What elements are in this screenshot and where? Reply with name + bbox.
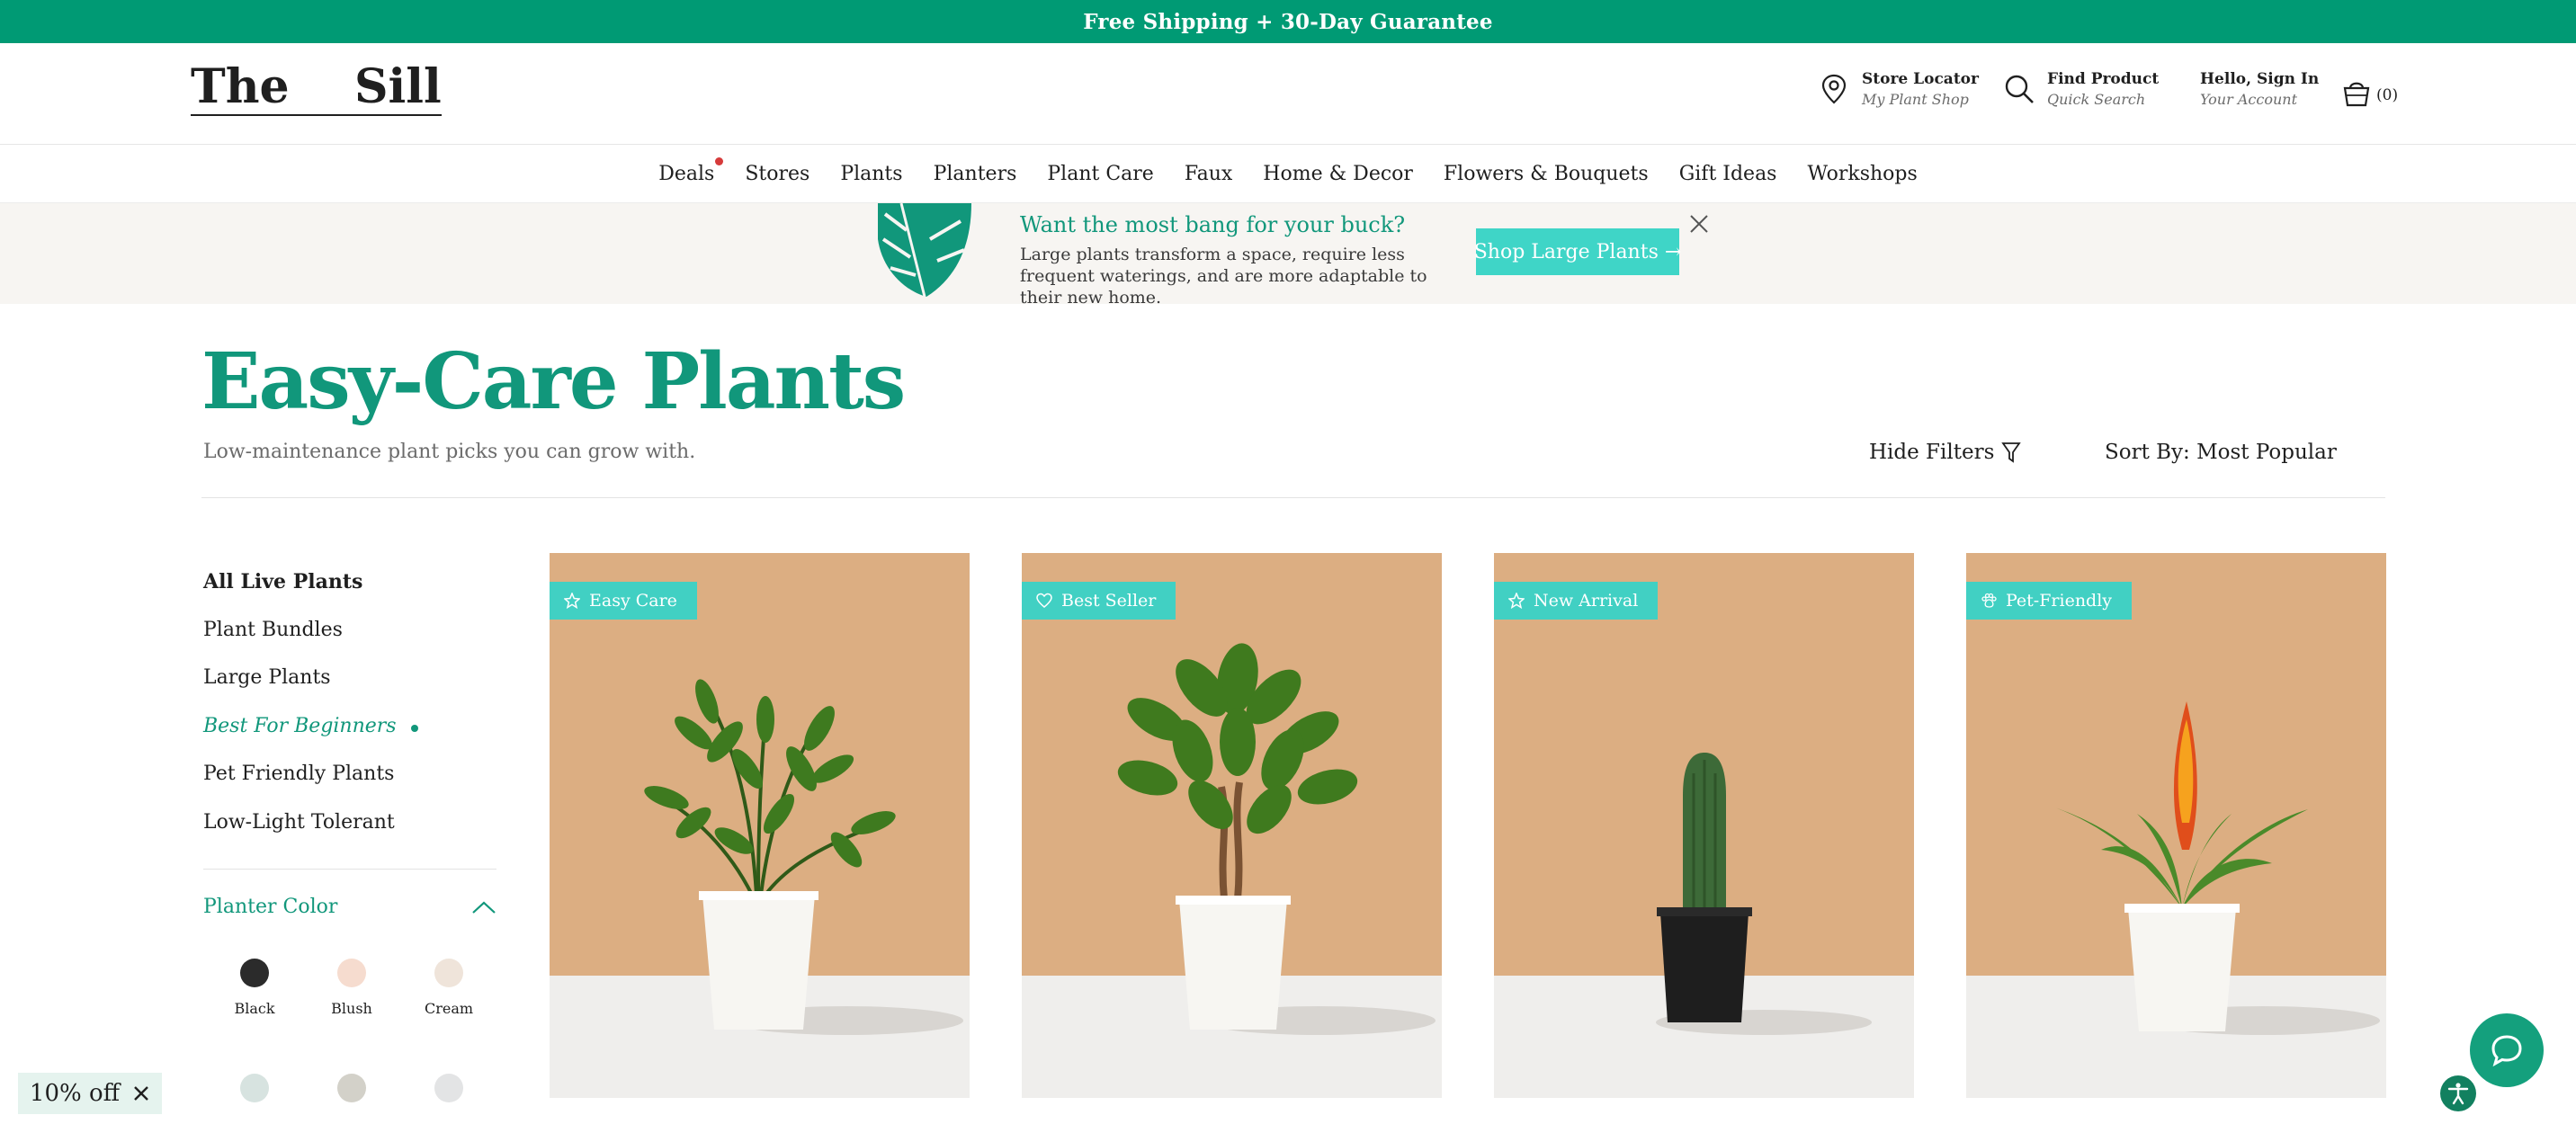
chat-button[interactable]	[2470, 1013, 2544, 1087]
nav-faux[interactable]: Faux	[1185, 163, 1232, 185]
hide-filters-button[interactable]: Hide Filters	[1869, 441, 2022, 464]
paw-icon	[1981, 593, 1997, 608]
monstera-leaf-icon	[878, 203, 971, 297]
find-product-title: Find Product	[2047, 70, 2160, 88]
product-image	[550, 553, 970, 1098]
nav-label: Deals	[658, 163, 715, 185]
swatch-black[interactable]: Black	[223, 959, 286, 1017]
swatch-color	[434, 1074, 463, 1102]
swatch-gray[interactable]	[417, 1074, 480, 1102]
swatch-color	[240, 959, 269, 987]
swatch-label: Black	[234, 1000, 275, 1017]
nav-planters[interactable]: Planters	[934, 163, 1017, 185]
site-header: The Sill Store Locator My Plant Shop Fin…	[0, 43, 2576, 145]
category-low-light-tolerant[interactable]: Low-Light Tolerant	[203, 811, 418, 860]
product-image	[1966, 553, 2386, 1098]
product-image	[1022, 553, 1442, 1098]
search-icon	[2004, 72, 2035, 106]
nav-deals[interactable]: Deals	[658, 157, 724, 185]
accessibility-button[interactable]	[2440, 1075, 2476, 1111]
product-card-zz-plant[interactable]: Easy Care	[550, 553, 970, 1098]
swatch-cream[interactable]: Cream	[417, 959, 480, 1017]
product-badge: Pet-Friendly	[1966, 582, 2133, 620]
category-pet-friendly-plants[interactable]: Pet Friendly Plants	[203, 763, 418, 811]
category-best-for-beginners[interactable]: Best For Beginners	[203, 715, 418, 763]
account-subtitle: Your Account	[2200, 91, 2297, 108]
nav-plant-care[interactable]: Plant Care	[1047, 163, 1153, 185]
discount-pill[interactable]: 10% off	[18, 1073, 162, 1114]
store-locator-subtitle: My Plant Shop	[1862, 91, 1969, 108]
new-indicator-dot	[715, 157, 724, 165]
location-pin-icon	[1819, 72, 1849, 106]
swatch-color	[434, 959, 463, 987]
badge-label: Pet-Friendly	[2006, 591, 2113, 611]
promo-banner: Want the most bang for your buck? Large …	[0, 203, 2576, 308]
close-icon[interactable]	[132, 1084, 150, 1102]
category-plant-bundles[interactable]: Plant Bundles	[203, 619, 418, 667]
product-card-cactus[interactable]: New Arrival	[1494, 553, 1914, 1098]
swatch-color	[337, 959, 366, 987]
nav-stores[interactable]: Stores	[745, 163, 809, 185]
chat-bubble-icon	[2491, 1035, 2522, 1067]
nav-flowers-bouquets[interactable]: Flowers & Bouquets	[1444, 163, 1649, 185]
main-nav: Deals Stores Plants Planters Plant Care …	[0, 146, 2576, 203]
planter-color-filter-toggle[interactable]: Planter Color	[203, 896, 496, 918]
badge-label: Best Seller	[1061, 591, 1157, 611]
sort-dropdown[interactable]: Sort By: Most Popular	[2105, 441, 2337, 464]
discount-label: 10% off	[29, 1080, 121, 1107]
announcement-text: Free Shipping + 30-Day Guarantee	[1083, 9, 1493, 34]
star-icon	[564, 593, 580, 609]
swatch-color	[240, 1074, 269, 1102]
cart-button[interactable]: (0)	[2342, 77, 2398, 112]
nav-plants[interactable]: Plants	[840, 163, 902, 185]
product-badge: Best Seller	[1022, 582, 1176, 620]
cart-icon	[2342, 77, 2371, 112]
product-card-money-tree[interactable]: Best Seller	[1022, 553, 1442, 1098]
sidebar-divider	[203, 869, 496, 870]
close-icon[interactable]	[1687, 212, 1711, 236]
swatch-blush[interactable]: Blush	[320, 959, 383, 1017]
find-product[interactable]: Find Product Quick Search	[2004, 70, 2159, 108]
planter-color-label: Planter Color	[203, 896, 338, 918]
badge-label: Easy Care	[589, 591, 677, 611]
hide-filters-label: Hide Filters	[1869, 441, 1995, 464]
logo[interactable]: The Sill	[191, 62, 442, 116]
accessibility-icon	[2447, 1083, 2469, 1105]
page-title: Easy-Care Plants	[201, 336, 906, 427]
product-image	[1494, 553, 1914, 1098]
product-badge: New Arrival	[1494, 582, 1659, 620]
swatch-sage[interactable]	[223, 1074, 286, 1102]
account-link[interactable]: Hello, Sign In Your Account	[2200, 70, 2319, 108]
page-subtitle: Low-maintenance plant picks you can grow…	[203, 441, 696, 463]
promo-title: Want the most bang for your buck?	[1020, 212, 1406, 237]
store-locator[interactable]: Store Locator My Plant Shop	[1819, 70, 1979, 108]
category-label: Best For Beginners	[203, 714, 397, 737]
cart-count: (0)	[2376, 85, 2399, 104]
nav-workshops[interactable]: Workshops	[1807, 163, 1917, 185]
heart-icon	[1036, 593, 1052, 608]
category-large-plants[interactable]: Large Plants	[203, 666, 418, 715]
swatch-label: Blush	[331, 1000, 372, 1017]
swatch-color	[337, 1074, 366, 1102]
nav-gift-ideas[interactable]: Gift Ideas	[1679, 163, 1777, 185]
shop-large-plants-button[interactable]: Shop Large Plants →	[1474, 228, 1681, 275]
divider	[201, 497, 2385, 498]
find-product-subtitle: Quick Search	[2047, 91, 2146, 108]
swatch-stone[interactable]	[320, 1074, 383, 1102]
product-card-bromeliad[interactable]: Pet-Friendly	[1966, 553, 2386, 1098]
badge-label: New Arrival	[1534, 591, 1639, 611]
filter-icon	[2001, 442, 2022, 463]
chevron-up-icon	[472, 901, 496, 914]
nav-home-decor[interactable]: Home & Decor	[1263, 163, 1413, 185]
account-title: Hello, Sign In	[2200, 70, 2320, 88]
active-dot	[410, 724, 418, 732]
swatch-label: Cream	[424, 1000, 474, 1017]
product-badge: Easy Care	[550, 582, 697, 620]
store-locator-title: Store Locator	[1862, 70, 1979, 88]
promo-description: Large plants transform a space, require …	[1020, 245, 1427, 308]
announcement-bar: Free Shipping + 30-Day Guarantee	[0, 0, 2576, 43]
star-icon	[1508, 593, 1525, 609]
category-all-live-plants[interactable]: All Live Plants	[203, 570, 418, 619]
category-list: All Live Plants Plant Bundles Large Plan…	[203, 570, 418, 859]
